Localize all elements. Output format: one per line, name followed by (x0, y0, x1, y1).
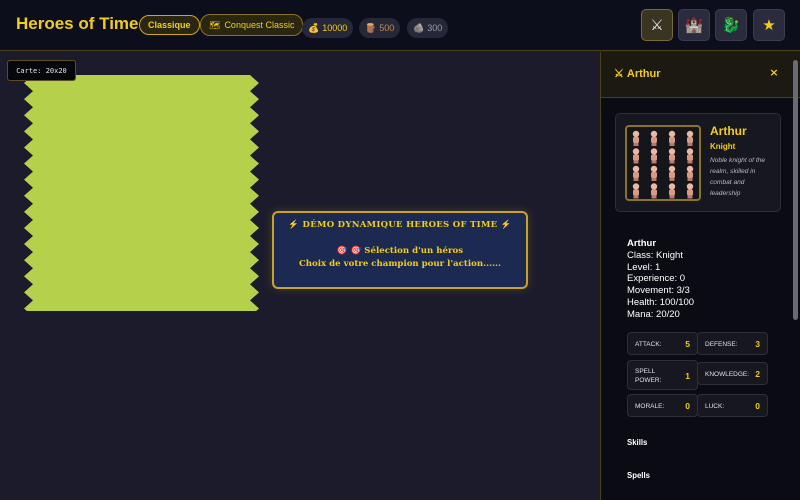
battle-button[interactable]: ⚔ (641, 9, 673, 41)
hex-map[interactable] (20, 75, 265, 311)
castle-icon: 🏰 (684, 16, 704, 34)
stat-label: LUCK: (705, 403, 725, 410)
stat-spell-power: SPELL POWER: 1 (627, 360, 698, 390)
info-name: Arthur (627, 238, 657, 249)
wood-counter: 🪵 500 (359, 18, 401, 38)
stat-knowledge: KNOWLEDGE: 2 (697, 362, 768, 385)
stat-value: 1 (685, 371, 690, 381)
favorites-button[interactable]: ★ (753, 9, 785, 41)
stat-luck: LUCK: 0 (697, 394, 768, 417)
panel-scrollbar[interactable] (793, 60, 798, 320)
hero-portrait (625, 125, 701, 201)
stat-value: 2 (755, 369, 760, 379)
hero-sprite (650, 183, 658, 199)
close-button[interactable]: × (767, 66, 781, 80)
stat-defense: DEFENSE: 3 (697, 332, 768, 355)
info-movement: Movement: 3/3 (627, 285, 690, 297)
hero-sprite (632, 130, 640, 146)
stat-label: DEFENSE: (705, 341, 738, 348)
stone-value: 300 (427, 23, 443, 33)
hero-sprite (686, 148, 694, 164)
castle-button[interactable]: 🏰 (678, 9, 710, 41)
hero-sprite (668, 148, 676, 164)
star-icon: ★ (762, 16, 776, 34)
info-class: Class: Knight (627, 249, 683, 261)
hero-card[interactable]: Arthur Knight Noble knight of the realm,… (615, 113, 781, 212)
demo-description: Choix de votre champion pour l'action...… (298, 259, 502, 269)
hero-sprite (650, 130, 658, 146)
demo-banner: ⚡ DÉMO DYNAMIQUE HEROES OF TIME ⚡ 🎯 🎯 Sé… (272, 211, 528, 289)
hero-panel: ⚔ Arthur × Arthur Knight Noble knight of… (600, 52, 800, 500)
spells-heading[interactable]: Spells (627, 471, 650, 480)
stat-value: 0 (685, 401, 690, 411)
scenario-label: Conquest Classic (224, 20, 295, 30)
wood-icon: 🪵 (365, 22, 377, 33)
map-size-label: Carte: 20x20 (7, 60, 76, 81)
map-icon: 🗺 (209, 19, 221, 30)
hex-map-tiles[interactable] (24, 75, 259, 311)
stone-icon: 🪨 (413, 22, 425, 33)
hero-sprite (686, 183, 694, 199)
info-experience: Experience: 0 (627, 273, 686, 285)
info-health: Health: 100/100 (627, 296, 695, 308)
hero-sprite (686, 130, 694, 146)
mode-badge[interactable]: Classique (139, 15, 200, 35)
crossed-swords-icon: ⚔ (614, 68, 624, 80)
wood-value: 500 (379, 23, 395, 33)
app-title: Heroes of Time (16, 14, 139, 33)
map-area[interactable]: Carte: 20x20 ⚡ DÉMO DYNAMIQUE HEROES OF … (0, 52, 600, 500)
hero-name: Arthur (710, 124, 747, 138)
top-bar: Heroes of Time Classique 🗺 Conquest Clas… (0, 0, 800, 51)
stone-counter: 🪨 300 (407, 18, 449, 38)
hero-sprite (650, 165, 658, 181)
hero-sprite-sheet (632, 130, 694, 199)
gold-counter: 💰 10000 (302, 18, 354, 38)
stat-value: 5 (685, 339, 690, 349)
crossed-swords-icon: ⚔ (650, 16, 664, 34)
hero-sprite (650, 148, 658, 164)
stat-label: ATTACK: (635, 341, 662, 348)
creatures-button[interactable]: 🐉 (715, 9, 747, 41)
stat-value: 0 (755, 401, 760, 411)
scenario-badge[interactable]: 🗺 Conquest Classic (200, 14, 304, 36)
hero-sprite (686, 165, 694, 181)
panel-title: ⚔ Arthur (614, 67, 661, 81)
hero-sprite (632, 165, 640, 181)
stat-label: SPELL POWER: (635, 368, 662, 384)
stat-morale: MORALE: 0 (627, 394, 698, 417)
panel-header: ⚔ Arthur × (601, 52, 800, 98)
stat-attack: ATTACK: 5 (627, 332, 698, 355)
hero-sprite (668, 165, 676, 181)
info-mana: Mana: 20/20 (627, 308, 680, 320)
hero-sprite (668, 183, 676, 199)
hero-sprite (668, 130, 676, 146)
hero-sprite (632, 183, 640, 199)
hero-class: Knight (710, 142, 736, 151)
panel-title-label: Arthur (626, 67, 661, 80)
stat-label: MORALE: (635, 403, 665, 410)
skills-heading[interactable]: Skills (627, 438, 647, 447)
demo-subtitle: 🎯 🎯 Sélection d'un héros (336, 246, 464, 256)
dragon-icon: 🐉 (721, 16, 741, 34)
hero-info: Arthur Class: Knight Level: 1 Experience… (627, 238, 694, 321)
demo-title: ⚡ DÉMO DYNAMIQUE HEROES OF TIME ⚡ (288, 220, 512, 230)
money-bag-icon: 💰 (308, 22, 320, 33)
gold-value: 10000 (322, 23, 348, 33)
hero-description: Noble knight of the realm, skilled in co… (710, 157, 765, 197)
info-level: Level: 1 (627, 261, 661, 273)
hero-sprite (632, 148, 640, 164)
stat-label: KNOWLEDGE: (705, 371, 750, 378)
stat-value: 3 (755, 339, 760, 349)
